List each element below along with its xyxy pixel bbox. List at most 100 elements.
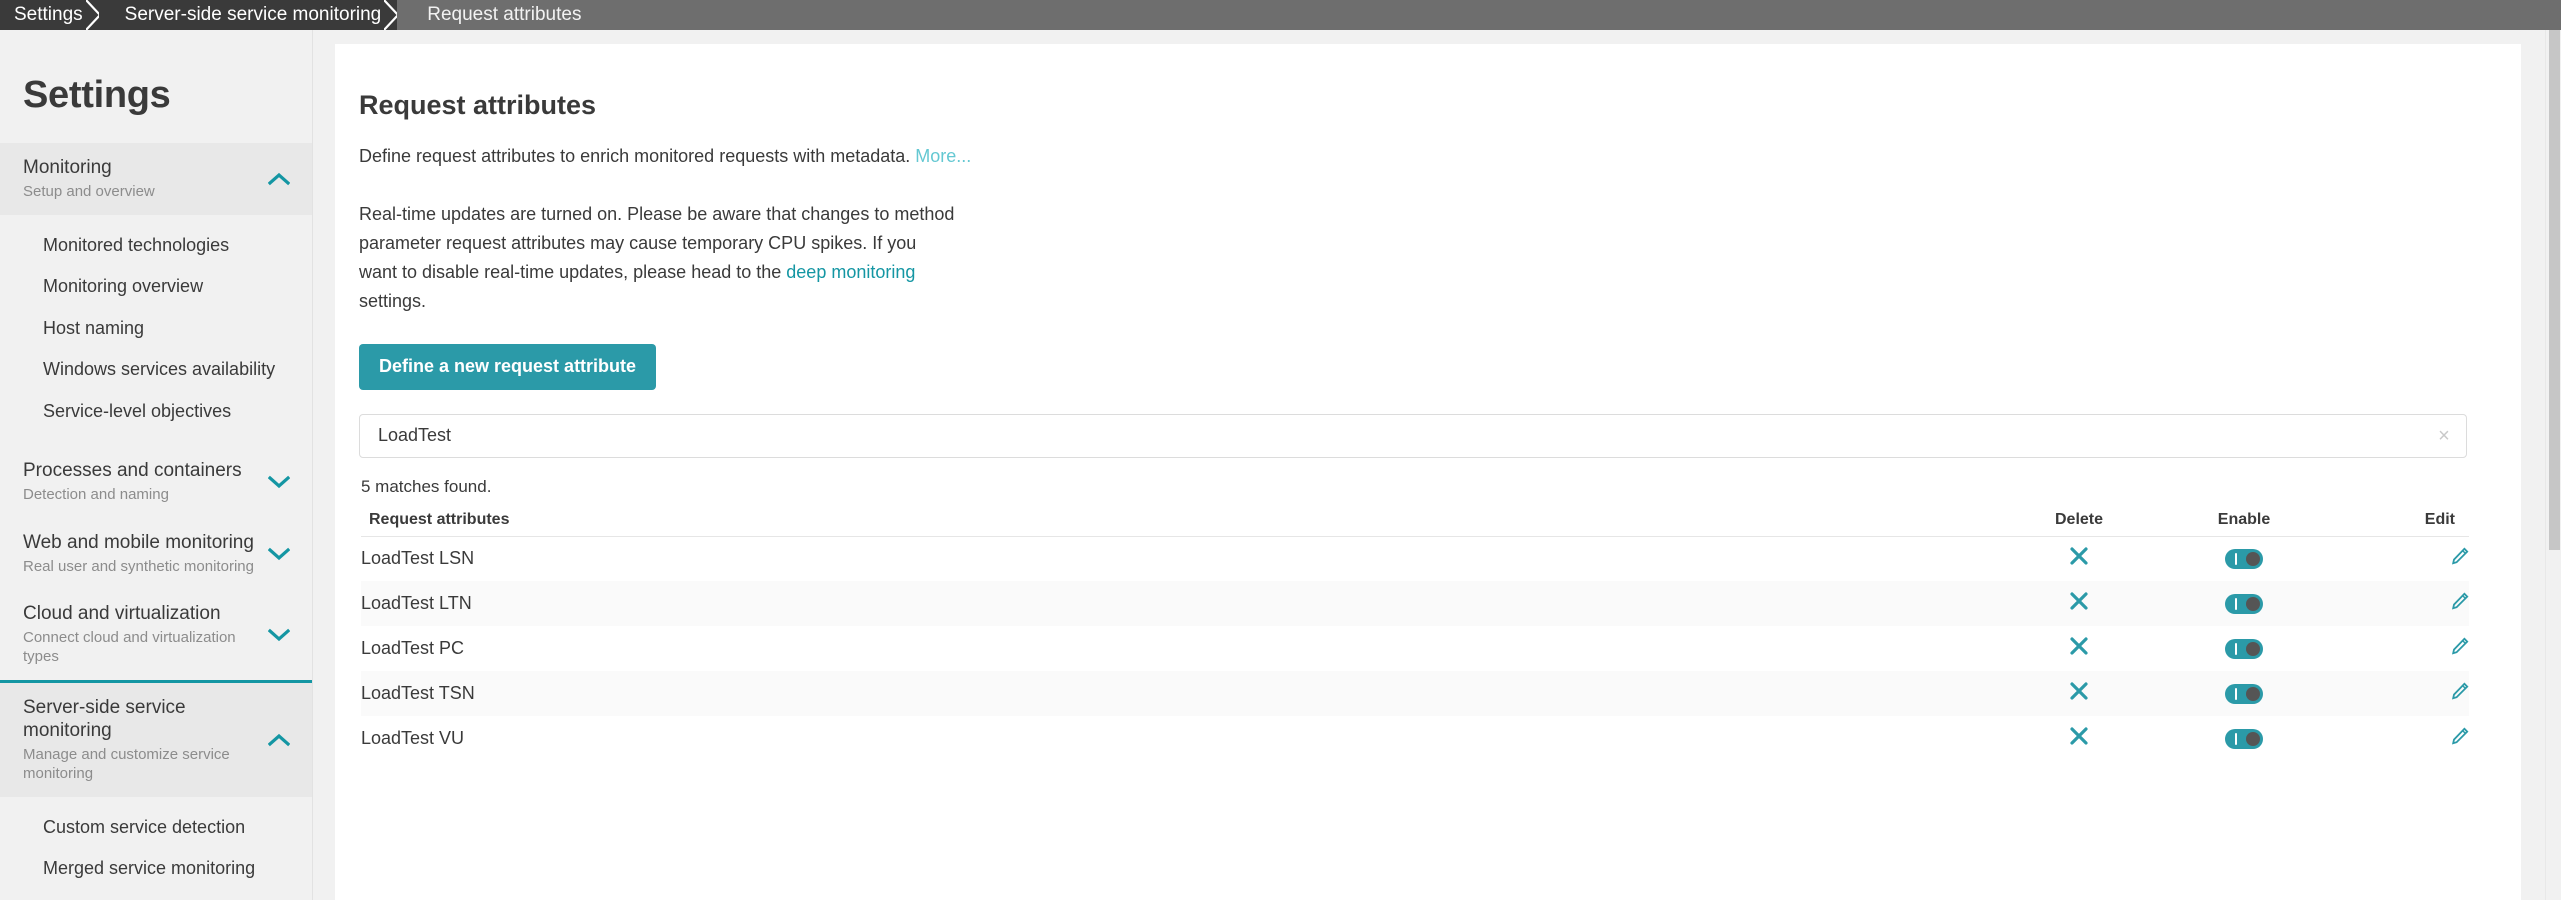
- toggle-bar: [2235, 688, 2237, 701]
- page-scrollbar[interactable]: [2545, 30, 2561, 900]
- sidebar-group-title: Cloud and virtualization: [23, 603, 221, 625]
- sidebar-group-header-processes-and-containers[interactable]: Processes and containers Detection and n…: [0, 446, 312, 518]
- row-enable-cell: [2139, 581, 2349, 626]
- sidebar-group-cloud-and-virtualization: Cloud and virtualization Connect cloud a…: [0, 589, 312, 679]
- delete-x-icon[interactable]: [2070, 727, 2088, 745]
- row-edit-cell: [2349, 536, 2469, 581]
- breadcrumb-item-settings[interactable]: Settings: [0, 0, 102, 30]
- page-title: Request attributes: [359, 90, 597, 120]
- row-enable-cell: [2139, 626, 2349, 671]
- sidebar-item-service-naming-rules[interactable]: Service naming rules: [0, 890, 312, 900]
- row-delete-cell: [2019, 716, 2139, 761]
- table-row: LoadTest VU: [361, 716, 2469, 761]
- deep-monitoring-link[interactable]: deep monitoring: [786, 262, 915, 282]
- delete-x-icon[interactable]: [2070, 547, 2088, 565]
- toggle-bar: [2235, 643, 2237, 656]
- sidebar-group-subtitle: Connect cloud and virtualization types: [23, 629, 236, 665]
- row-name: LoadTest VU: [361, 728, 465, 749]
- pencil-icon[interactable]: [2451, 547, 2469, 565]
- enable-toggle[interactable]: [2225, 549, 2263, 570]
- scrollbar-thumb[interactable]: [2549, 30, 2560, 550]
- request-attributes-table: Request attributes Delete Enable Edit Lo…: [361, 510, 2469, 762]
- sidebar-item-custom-service-detection[interactable]: Custom service detection: [0, 807, 312, 849]
- column-header-edit: Edit: [2349, 510, 2469, 537]
- breadcrumb: Settings Server-side service monitoring …: [0, 0, 2561, 30]
- breadcrumb-label: Server-side service monitoring: [124, 4, 382, 25]
- more-link[interactable]: More...: [915, 146, 971, 166]
- sidebar-item-monitoring-overview[interactable]: Monitoring overview: [0, 266, 312, 308]
- pencil-icon[interactable]: [2451, 682, 2469, 700]
- pencil-icon[interactable]: [2451, 637, 2469, 655]
- enable-toggle[interactable]: [2225, 729, 2263, 750]
- breadcrumb-label: Settings: [14, 4, 83, 25]
- enable-toggle[interactable]: [2225, 639, 2263, 660]
- sidebar-group-header-web-and-mobile-monitoring[interactable]: Web and mobile monitoring Real user and …: [0, 518, 312, 590]
- sidebar-item-label: Monitored technologies: [43, 234, 230, 255]
- row-delete-cell: [2019, 671, 2139, 716]
- pencil-icon[interactable]: [2451, 727, 2469, 745]
- chevron-up-icon[interactable]: [268, 172, 290, 186]
- pencil-icon[interactable]: [2451, 592, 2469, 610]
- breadcrumb-item-request-attributes: Request attributes: [397, 0, 598, 30]
- toggle-knob: [2246, 597, 2260, 612]
- settings-sidebar: Settings Monitoring Setup and overview M…: [0, 30, 313, 900]
- define-new-request-attribute-button[interactable]: Define a new request attribute: [359, 343, 657, 390]
- sidebar-item-merged-service-monitoring[interactable]: Merged service monitoring: [0, 848, 312, 890]
- sidebar-group-header-cloud-and-virtualization[interactable]: Cloud and virtualization Connect cloud a…: [0, 589, 312, 679]
- row-enable-cell: [2139, 536, 2349, 581]
- sidebar-group-header-server-side-service-monitoring[interactable]: Server-side service monitoring Manage an…: [0, 682, 312, 797]
- sidebar-item-windows-services-availability[interactable]: Windows services availability: [0, 349, 312, 391]
- column-header-enable: Enable: [2139, 510, 2349, 537]
- sidebar-group-header-monitoring[interactable]: Monitoring Setup and overview: [0, 143, 312, 215]
- sidebar-item-service-level-objectives[interactable]: Service-level objectives: [0, 391, 312, 433]
- sidebar-item-host-naming[interactable]: Host naming: [0, 308, 312, 350]
- delete-x-icon[interactable]: [2070, 592, 2088, 610]
- sidebar-item-label: Windows services availability: [43, 359, 276, 380]
- chevron-down-icon[interactable]: [268, 628, 290, 642]
- table-row: LoadTest LSN: [361, 536, 2469, 581]
- search-input[interactable]: [359, 413, 2467, 458]
- toggle-bar: [2235, 598, 2237, 611]
- close-icon[interactable]: ×: [2435, 426, 2453, 446]
- row-edit-cell: [2349, 716, 2469, 761]
- sidebar-group-server-side-service-monitoring: Server-side service monitoring Manage an…: [0, 679, 312, 900]
- enable-toggle[interactable]: [2225, 684, 2263, 705]
- sidebar-group-title: Server-side service monitoring: [23, 696, 186, 742]
- sidebar-group-subtitle: Setup and overview: [23, 182, 155, 200]
- sidebar-sublist-server-side-service-monitoring: Custom service detection Merged service …: [0, 796, 312, 900]
- column-header-name: Request attributes: [361, 510, 2019, 537]
- page-description: Define request attributes to enrich moni…: [357, 143, 2465, 171]
- row-edit-cell: [2349, 626, 2469, 671]
- sidebar-group-title: Monitoring: [23, 157, 112, 178]
- toggle-bar: [2235, 553, 2237, 566]
- sidebar-group-title: Web and mobile monitoring: [23, 531, 254, 553]
- toggle-knob: [2246, 732, 2260, 747]
- chevron-down-icon[interactable]: [268, 475, 290, 489]
- toggle-knob: [2246, 642, 2260, 657]
- main-content: Request attributes Define request attrib…: [313, 30, 2561, 900]
- row-name: LoadTest TSN: [361, 683, 475, 704]
- sidebar-item-label: Service-level objectives: [43, 400, 232, 421]
- enable-toggle[interactable]: [2225, 594, 2263, 615]
- breadcrumb-item-server-side-service-monitoring[interactable]: Server-side service monitoring: [98, 0, 400, 30]
- column-header-delete: Delete: [2019, 510, 2139, 537]
- row-edit-cell: [2349, 581, 2469, 626]
- chevron-down-icon[interactable]: [268, 547, 290, 561]
- table-row: LoadTest LTN: [361, 581, 2469, 627]
- toggle-knob: [2246, 687, 2260, 702]
- sidebar-item-monitored-technologies[interactable]: Monitored technologies: [0, 225, 312, 267]
- sidebar-group-subtitle: Detection and naming: [23, 486, 169, 504]
- sidebar-sublist-monitoring: Monitored technologies Monitoring overvi…: [0, 214, 312, 447]
- content-card: Request attributes Define request attrib…: [335, 44, 2521, 900]
- chevron-up-icon[interactable]: [268, 733, 290, 747]
- table-header-row: Request attributes Delete Enable Edit: [361, 510, 2469, 537]
- delete-x-icon[interactable]: [2070, 637, 2088, 655]
- delete-x-icon[interactable]: [2070, 682, 2088, 700]
- sidebar-item-label: Custom service detection: [43, 816, 246, 837]
- breadcrumb-label: Request attributes: [427, 4, 582, 25]
- row-name: LoadTest LSN: [361, 548, 475, 569]
- sidebar-title: Settings: [23, 74, 171, 116]
- row-name: LoadTest PC: [361, 638, 465, 659]
- row-enable-cell: [2139, 716, 2349, 761]
- page-description-text: Define request attributes to enrich moni…: [359, 146, 916, 166]
